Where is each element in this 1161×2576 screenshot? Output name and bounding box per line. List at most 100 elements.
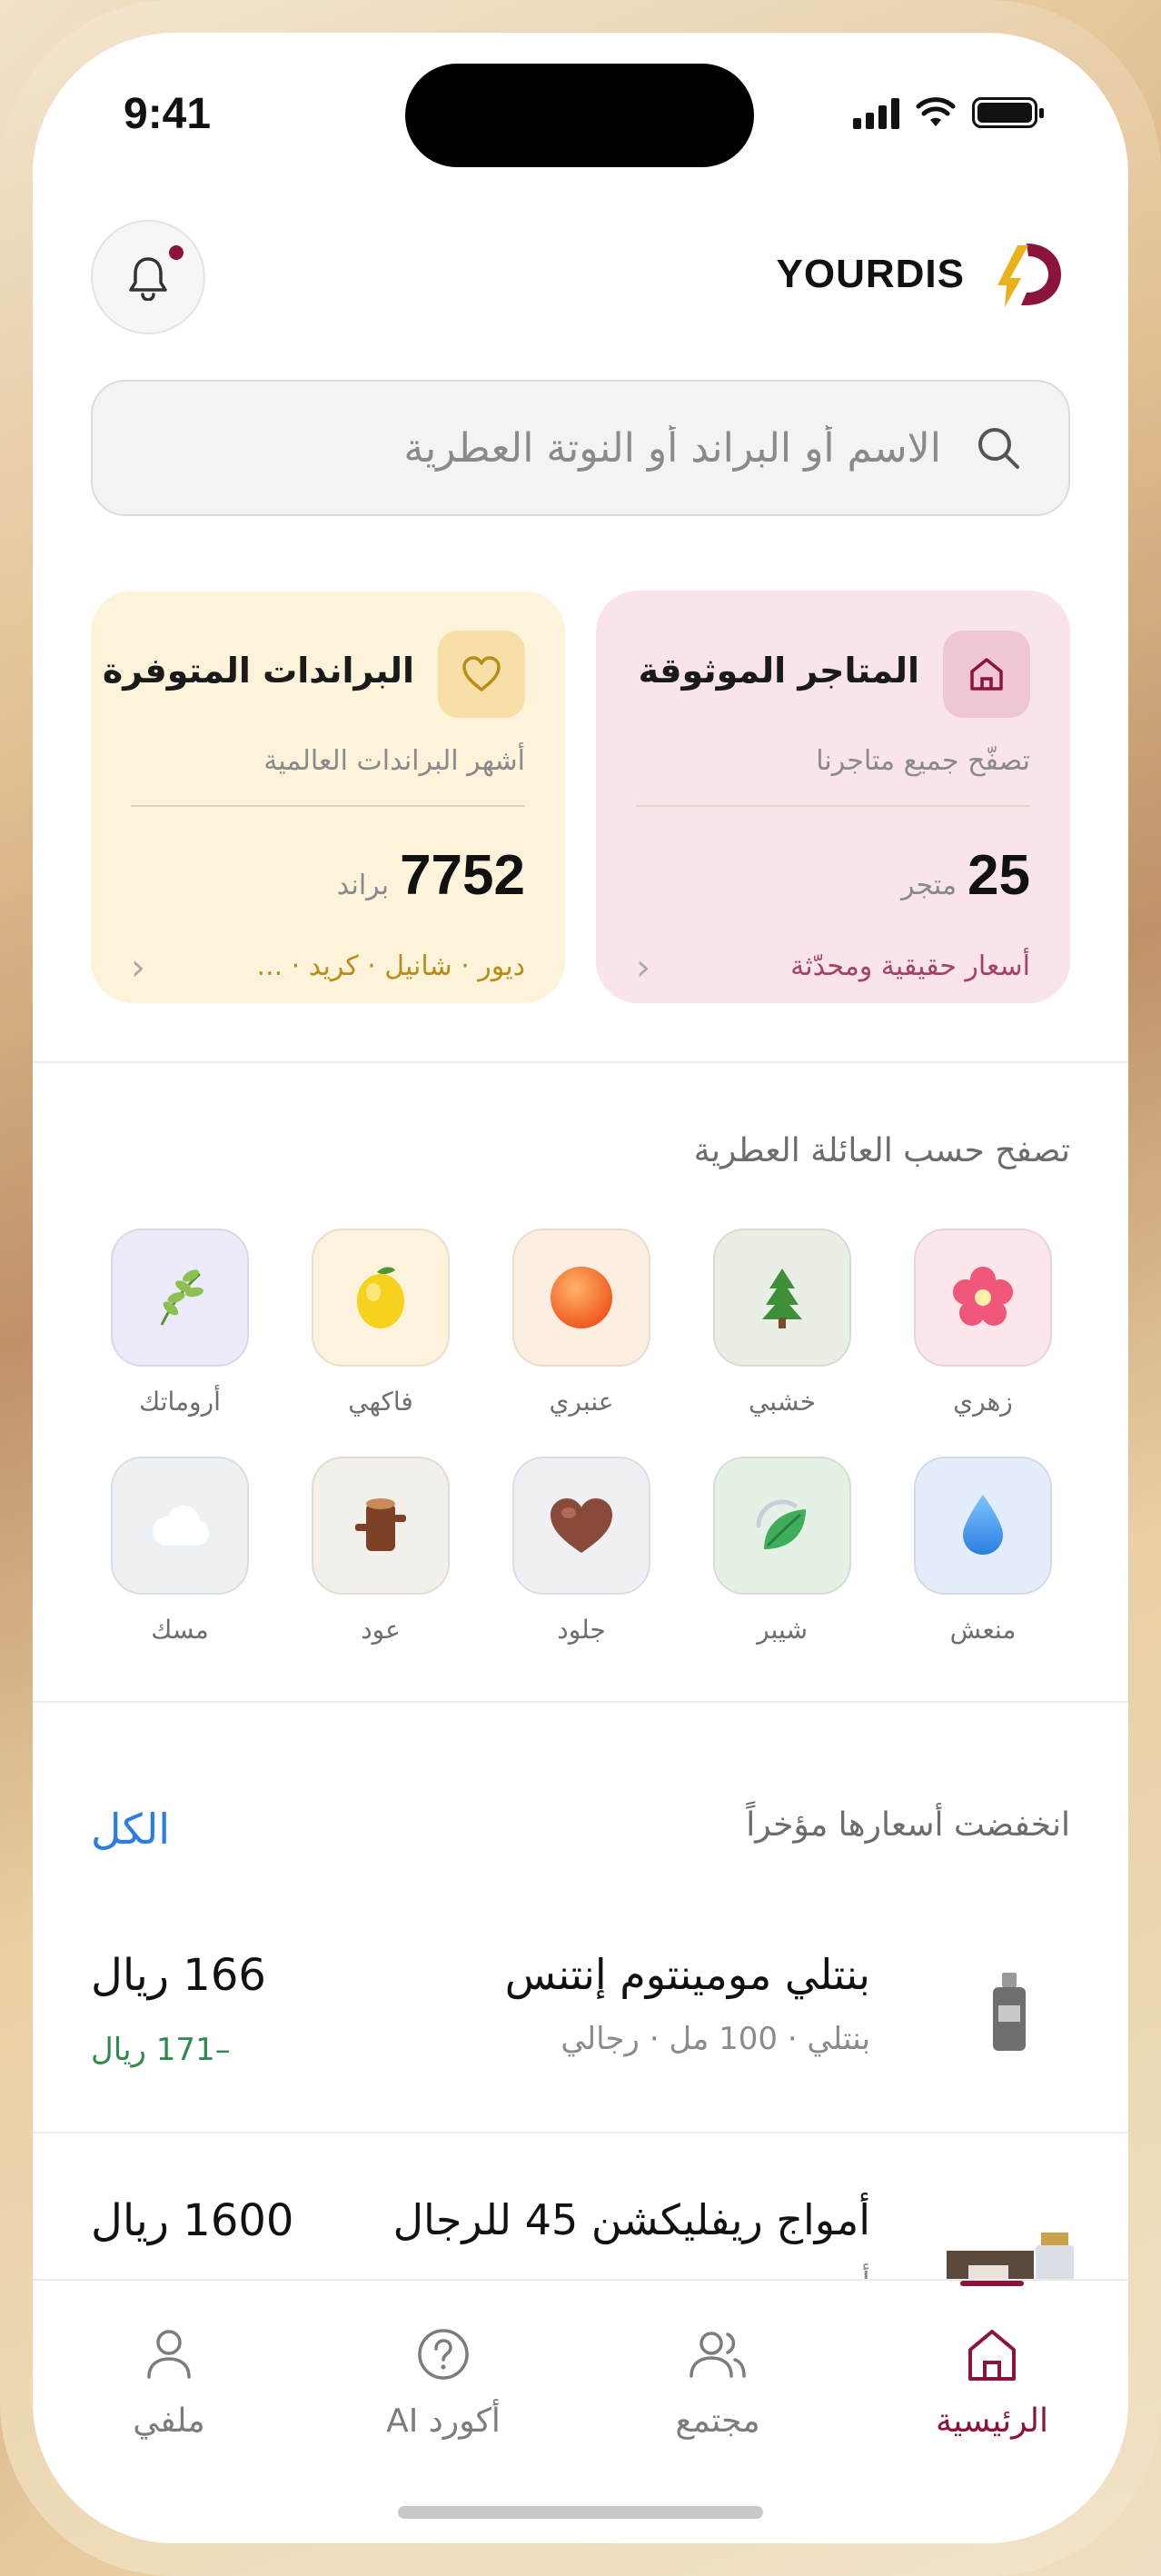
users-icon xyxy=(690,2332,746,2378)
count-unit: متجر xyxy=(900,870,958,901)
signal-icon xyxy=(853,96,899,129)
water-drop-icon xyxy=(963,1495,1003,1555)
notification-dot xyxy=(169,245,184,260)
section-divider xyxy=(33,1061,1128,1063)
product-row[interactable]: بنتلي مومينتوم إنتنس بنتلي · 100 مل · رج… xyxy=(33,1910,1128,2110)
perfume-bottle-icon xyxy=(993,1973,1026,2051)
card-title: البراندات المتوفرة xyxy=(102,651,414,691)
store-count: 25 متجر xyxy=(901,843,1030,908)
price-drops-title: انخفضت أسعارها مؤخراً xyxy=(746,1806,1070,1844)
help-circle-icon xyxy=(418,2329,469,2380)
tab-label: ملفي xyxy=(133,2402,205,2440)
family-tile xyxy=(512,1457,650,1595)
trusted-stores-card[interactable]: المتاجر الموثوقة تصفّح جميع متاجرنا 25 م… xyxy=(596,591,1070,1003)
bottom-tab-bar: الرئيسية مجتمع أكورد AI ملفي xyxy=(33,2279,1128,2543)
product-price: 1600 ريال xyxy=(91,2195,294,2246)
family-tile xyxy=(312,1457,450,1595)
search-input[interactable] xyxy=(214,382,941,514)
family-chypre[interactable]: شيبر xyxy=(713,1457,851,1645)
family-label: مسك xyxy=(151,1615,209,1645)
tab-accord-ai[interactable]: أكورد AI xyxy=(307,2281,580,2444)
family-label: أروماتك xyxy=(139,1387,221,1417)
family-fresh[interactable]: منعش xyxy=(914,1457,1052,1645)
leaf-icon xyxy=(756,1499,806,1549)
tab-community[interactable]: مجتمع xyxy=(581,2281,854,2444)
family-woody[interactable]: خشبي xyxy=(713,1228,851,1417)
bell-icon xyxy=(129,257,167,301)
family-grid: زهري خشبي عنبري فاكهي أروماتك منعش شيبر … xyxy=(109,1228,1052,1645)
status-icons xyxy=(853,96,1044,129)
wood-log-icon xyxy=(355,1498,406,1551)
family-amber[interactable]: عنبري xyxy=(512,1228,650,1417)
notifications-button[interactable] xyxy=(91,220,205,334)
tab-label: أكورد AI xyxy=(386,2402,501,2440)
family-tile xyxy=(713,1457,851,1595)
dynamic-island xyxy=(405,64,754,167)
brand-logo: YOURDIS xyxy=(777,238,1067,311)
family-label: فاكهي xyxy=(348,1387,413,1417)
status-time: 9:41 xyxy=(124,90,212,138)
family-leather[interactable]: جلود xyxy=(512,1457,650,1645)
wifi-icon xyxy=(916,97,956,126)
available-brands-card[interactable]: البراندات المتوفرة أشهر البراندات العالم… xyxy=(91,591,565,1003)
family-tile xyxy=(914,1228,1052,1367)
status-bar: 9:41 xyxy=(33,33,1128,205)
family-label: خشبي xyxy=(748,1387,817,1417)
product-name: أمواج ريفليكشن 45 للرجال xyxy=(392,2195,870,2244)
count-value: 25 xyxy=(968,844,1030,907)
cloud-icon xyxy=(153,1506,209,1546)
active-tab-indicator xyxy=(960,2281,1024,2286)
count-unit: براند xyxy=(336,870,390,901)
family-label: زهري xyxy=(953,1387,1013,1417)
user-icon xyxy=(147,2330,191,2379)
family-tile xyxy=(111,1457,249,1595)
family-label: عنبري xyxy=(549,1387,614,1417)
family-tile xyxy=(111,1228,249,1367)
row-divider xyxy=(33,2132,1128,2133)
family-musk[interactable]: مسك xyxy=(111,1457,249,1645)
family-tile xyxy=(914,1457,1052,1595)
product-price-drop: –171 ريال xyxy=(91,2032,231,2068)
family-label: منعش xyxy=(949,1615,1017,1645)
family-label: شيبر xyxy=(757,1615,808,1645)
amber-ball-icon xyxy=(551,1267,612,1328)
search-icon xyxy=(978,428,1019,469)
store-icon xyxy=(943,631,1030,718)
product-meta: بنتلي · 100 مل · رجالي xyxy=(561,2021,870,2057)
brand-name: YOURDIS xyxy=(776,252,965,296)
card-subtitle: أشهر البراندات العالمية xyxy=(263,745,525,777)
count-value: 7752 xyxy=(400,844,525,907)
product-name: بنتلي مومينتوم إنتنس xyxy=(504,1950,870,1999)
tab-home[interactable]: الرئيسية xyxy=(856,2281,1128,2444)
battery-icon xyxy=(972,97,1044,128)
product-price: 166 ريال xyxy=(91,1950,266,2001)
card-footer: أسعار حقيقية ومحدّثة xyxy=(790,950,1030,982)
card-subtitle: تصفّح جميع متاجرنا xyxy=(816,745,1030,777)
family-tile xyxy=(512,1228,650,1367)
family-oud[interactable]: عود xyxy=(312,1457,450,1645)
herb-icon xyxy=(160,1269,203,1326)
family-fruity[interactable]: فاكهي xyxy=(312,1228,450,1417)
family-label: عود xyxy=(361,1615,401,1645)
family-aromatic[interactable]: أروماتك xyxy=(111,1228,249,1417)
tab-label: مجتمع xyxy=(675,2402,760,2440)
lemon-icon xyxy=(357,1267,404,1328)
family-tile xyxy=(312,1228,450,1367)
logo-mark-icon xyxy=(997,244,1061,307)
card-divider xyxy=(131,805,525,807)
card-footer: ديور · شانيل · كريد · ... xyxy=(256,950,525,982)
card-title: المتاجر الموثوقة xyxy=(638,651,919,691)
section-divider xyxy=(33,1701,1128,1703)
heart-icon xyxy=(438,631,525,718)
families-section-title: تصفح حسب العائلة العطرية xyxy=(693,1132,1070,1169)
family-floral[interactable]: زهري xyxy=(914,1228,1052,1417)
see-all-link[interactable]: الكل xyxy=(91,1805,170,1854)
family-tile xyxy=(713,1228,851,1367)
home-indicator xyxy=(398,2506,763,2519)
tab-profile[interactable]: ملفي xyxy=(33,2281,305,2444)
family-label: جلود xyxy=(557,1615,606,1645)
tab-label: الرئيسية xyxy=(936,2402,1048,2440)
brand-count: 7752 براند xyxy=(337,843,525,908)
search-bar[interactable] xyxy=(91,380,1070,516)
tree-icon xyxy=(762,1268,802,1328)
